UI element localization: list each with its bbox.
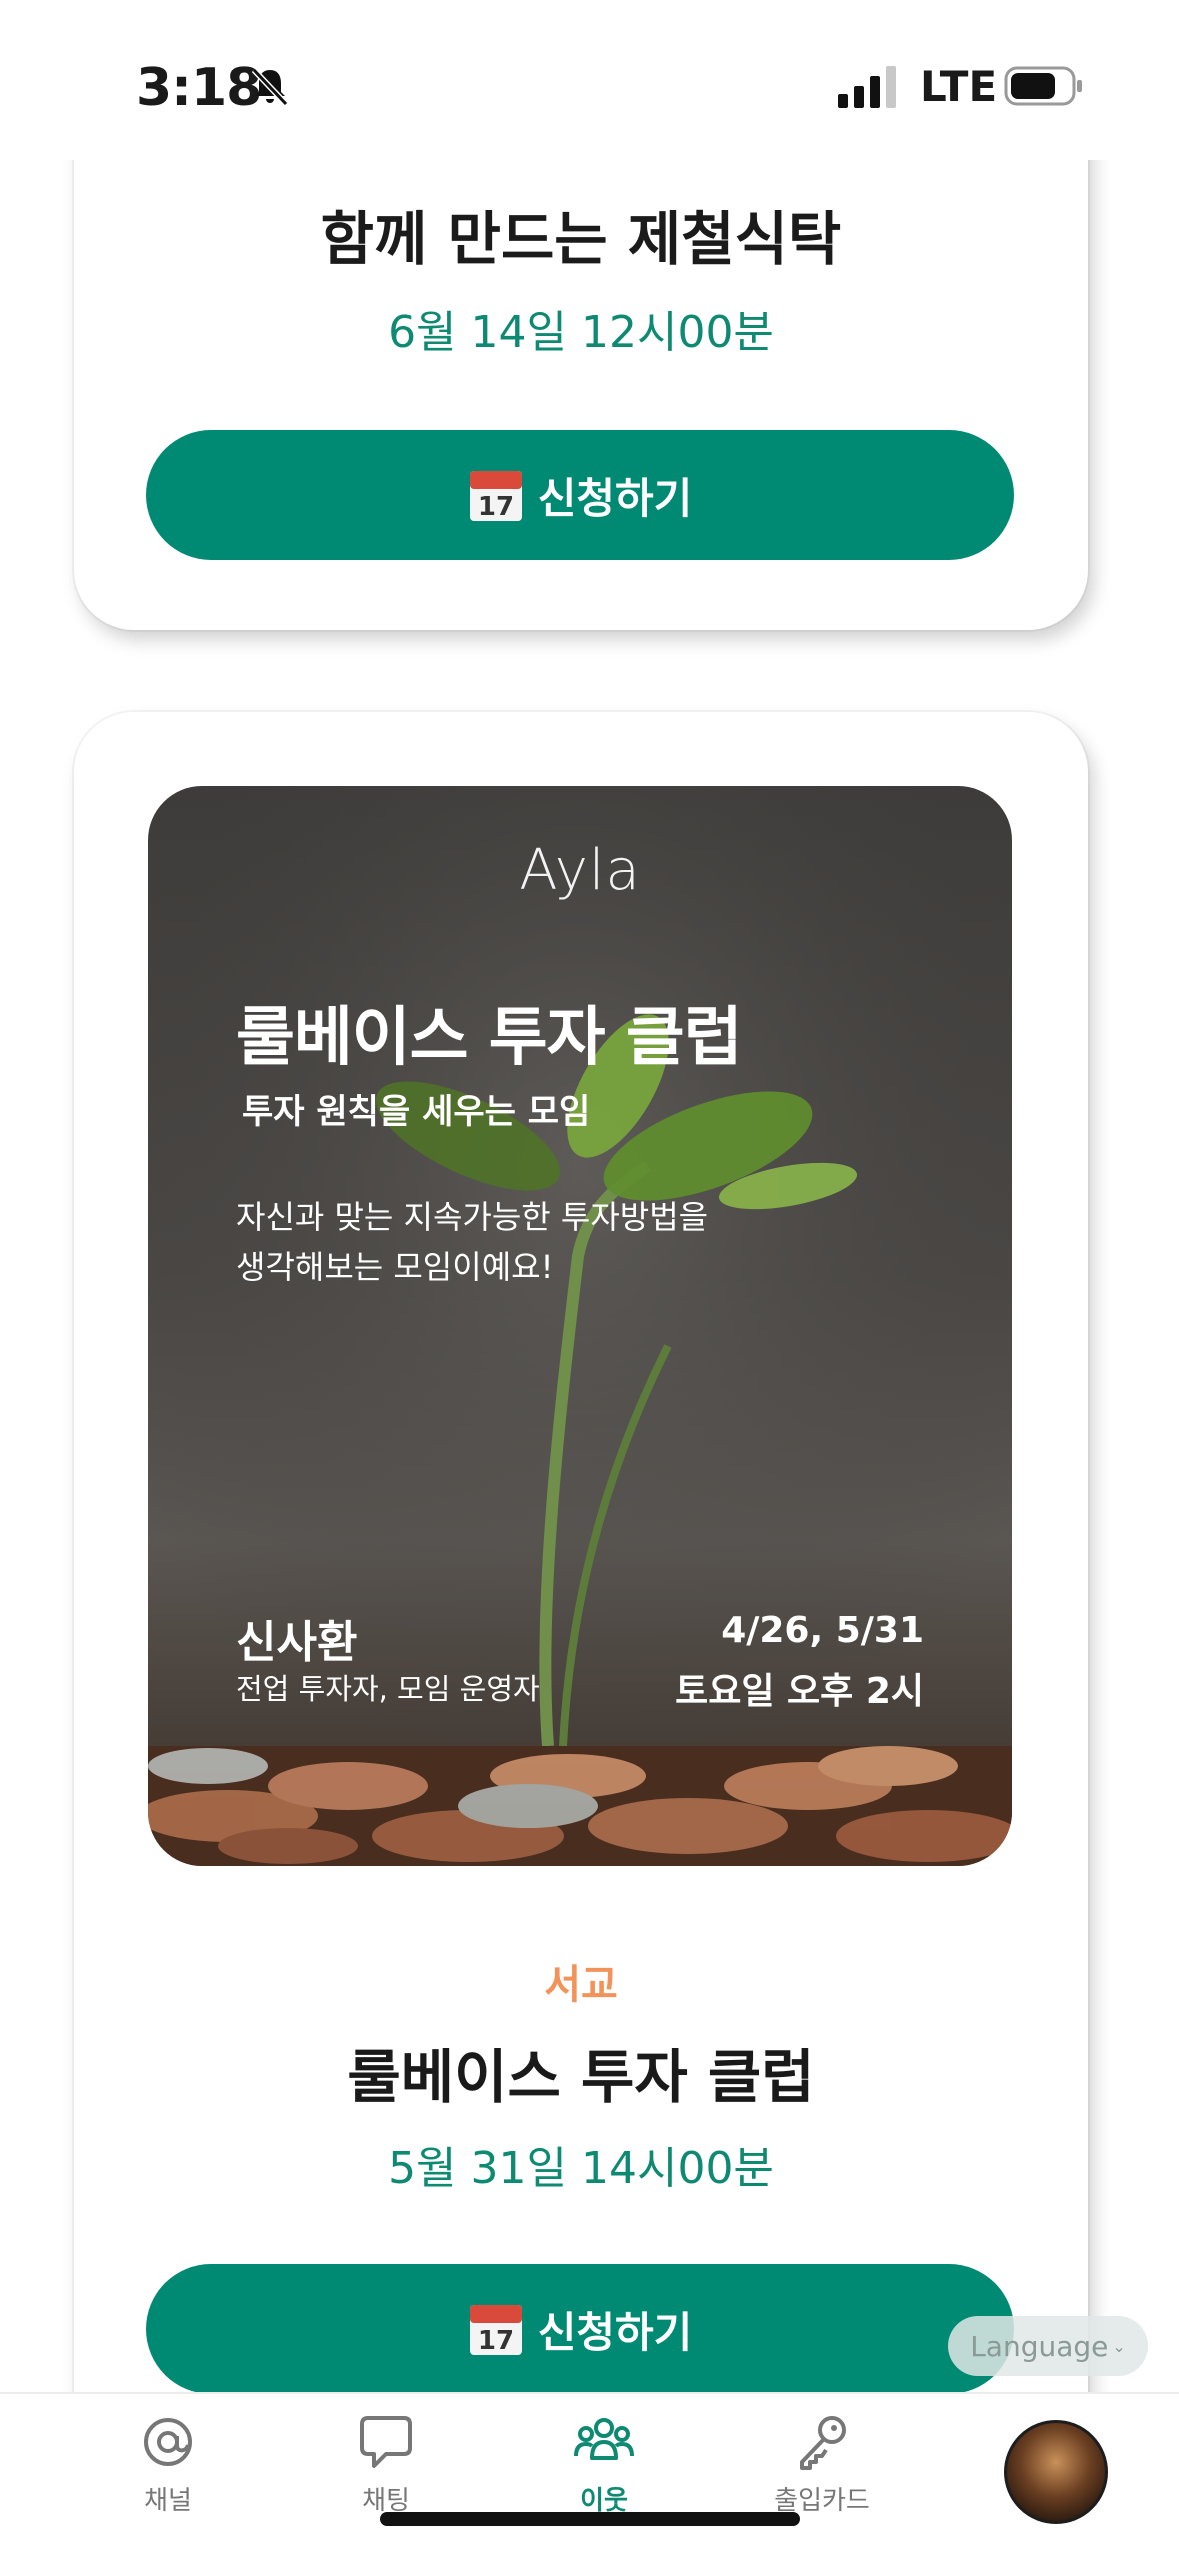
poster-brand-logo: Ayla [519, 838, 641, 903]
language-label: Language [970, 2329, 1109, 2363]
event-location: 서교 [544, 1962, 618, 2008]
calendar-icon: 17 [469, 2305, 522, 2356]
silent-bell-icon [251, 67, 289, 107]
tab-chat[interactable]: 채팅 [306, 2412, 466, 2517]
poster-subtitle: 투자 원칙을 세우는 모임 [242, 1092, 591, 1132]
signal-icon [838, 66, 896, 108]
tab-label: 채널 [144, 2486, 192, 2516]
svg-text:17: 17 [478, 2326, 514, 2356]
bottom-tab-bar: 채널 채팅 이웃 출입카드 [0, 2392, 1179, 2556]
apply-button-label: 신청하기 [537, 473, 693, 523]
status-time: 3:18 [136, 58, 262, 118]
key-icon [800, 2416, 846, 2470]
tab-access-card[interactable]: 출입카드 [742, 2412, 902, 2517]
event-title: 함께 만드는 제철식탁 [320, 205, 842, 273]
profile-avatar[interactable] [1004, 2420, 1108, 2524]
poster-host-name: 신사환 [236, 1617, 358, 1668]
people-icon [574, 2418, 634, 2460]
svg-text:17: 17 [478, 492, 514, 522]
event-date: 5월 31일 14시00분 [388, 2143, 774, 2194]
tab-channel[interactable]: 채널 [88, 2412, 248, 2517]
event-poster: Ayla 룰베이스 투자 클럽 투자 원칙을 세우는 모임 자신과 맞는 지속가… [148, 786, 1012, 1866]
at-icon [144, 2418, 192, 2466]
language-button[interactable]: Language ⌄ [948, 2316, 1148, 2376]
home-indicator [380, 2512, 800, 2526]
network-label: LTE [920, 62, 998, 111]
tab-neighbors[interactable]: 이웃 [524, 2412, 684, 2517]
status-bar: 3:18 LTE [0, 0, 1179, 160]
chat-bubble-icon [360, 2416, 412, 2468]
event-date: 6월 14일 12시00분 [388, 307, 774, 358]
apply-button[interactable]: 17 신청하기 [146, 430, 1014, 560]
event-card[interactable]: Ayla 룰베이스 투자 클럽 투자 원칙을 세우는 모임 자신과 맞는 지속가… [74, 712, 1088, 2556]
event-card[interactable]: 함께 만드는 제철식탁 6월 14일 12시00분 17 신청하기 [74, 100, 1088, 630]
calendar-icon: 17 [469, 471, 522, 522]
poster-description: 자신과 맞는 지속가능한 투자방법을 생각해보는 모임이예요! [236, 1192, 796, 1292]
poster-dates: 4/26, 5/31 [721, 1610, 924, 1651]
apply-button-label: 신청하기 [537, 2307, 693, 2357]
apply-button[interactable]: 17 신청하기 [146, 2264, 1014, 2394]
poster-title: 룰베이스 투자 클럽 [236, 1001, 743, 1075]
poster-description-line: 자신과 맞는 지속가능한 투자방법을 [236, 1198, 709, 1236]
poster-time: 토요일 오후 2시 [675, 1671, 924, 1712]
poster-description-line: 생각해보는 모임이예요! [236, 1248, 554, 1286]
event-title: 룰베이스 투자 클럽 [347, 2043, 815, 2111]
poster-host-role: 전업 투자자, 모임 운영자 [236, 1672, 540, 1706]
battery-icon [1004, 66, 1082, 106]
app-screen: 3:18 LTE 함께 만드는 제철식탁 6월 14일 12시00분 17 신청… [0, 0, 1179, 2556]
chevron-down-icon: ⌄ [1112, 2336, 1126, 2356]
